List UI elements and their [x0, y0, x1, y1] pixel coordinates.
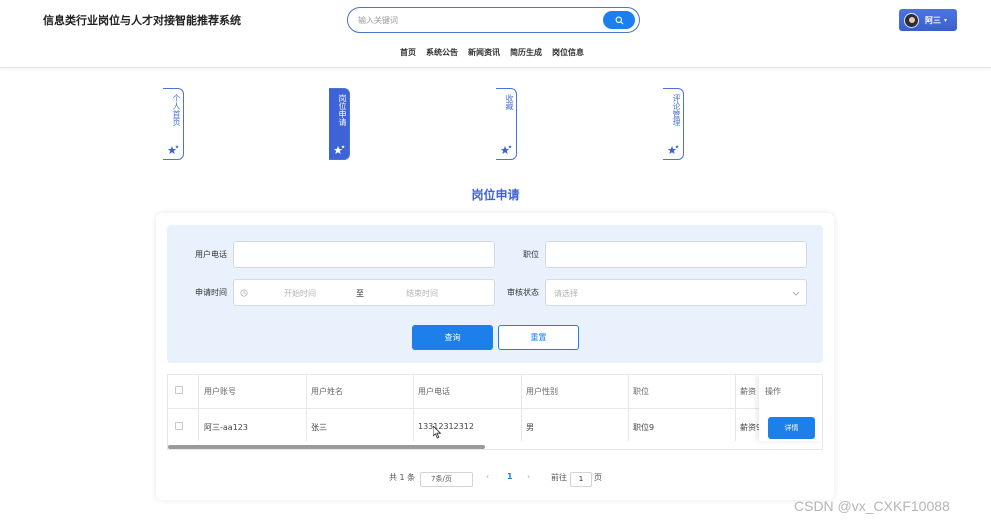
mouse-cursor-icon: [433, 426, 441, 439]
cell-salary: 薪资9: [740, 423, 762, 432]
header-gender: 用户性别: [526, 387, 558, 396]
status-select[interactable]: 请选择: [545, 279, 807, 306]
tab-label: 收藏: [505, 94, 514, 110]
clock-icon: [240, 289, 248, 297]
nav-item-announcements[interactable]: 系统公告: [426, 47, 458, 58]
cell-position: 职位9: [633, 423, 655, 432]
date-start-placeholder: 开始时间: [284, 289, 316, 298]
prev-page-button[interactable]: ‹: [486, 472, 489, 481]
applications-table: 用户账号 用户姓名 用户电话 用户性别 职位 薪资 阿三-aa123 张三 13…: [167, 374, 823, 450]
cell-gender: 男: [526, 423, 534, 432]
star-icon: [500, 145, 512, 154]
header-phone: 用户电话: [418, 387, 450, 396]
page-number-current[interactable]: 1: [507, 472, 513, 481]
main-nav: 首页 系统公告 新闻资讯 简历生成 岗位信息: [400, 47, 584, 58]
row-divider: [168, 408, 822, 409]
header-salary: 薪资: [740, 387, 756, 396]
nav-item-jobs[interactable]: 岗位信息: [552, 47, 584, 58]
tab-label: 评论管理: [672, 94, 681, 126]
header-name: 用户姓名: [311, 387, 343, 396]
page-title: 岗位申请: [471, 188, 520, 202]
chevron-down-icon: ▾: [944, 16, 948, 24]
reset-button[interactable]: 重置: [498, 325, 579, 350]
search-button[interactable]: [603, 11, 635, 29]
tab-label: 岗位申请: [338, 94, 347, 126]
page-size-select[interactable]: 7条/页: [420, 472, 473, 487]
query-button[interactable]: 查询: [412, 325, 493, 350]
nav-item-news[interactable]: 新闻资讯: [468, 47, 500, 58]
tab-favorites[interactable]: 收藏: [496, 88, 517, 160]
tab-comments[interactable]: 评论管理: [663, 88, 684, 160]
date-label: 申请时间: [195, 288, 227, 297]
select-all-checkbox[interactable]: [175, 386, 183, 394]
star-icon: [333, 145, 345, 154]
cell-phone: 13312312312: [418, 422, 474, 431]
nav-item-resume[interactable]: 简历生成: [510, 47, 542, 58]
horizontal-scrollbar[interactable]: [168, 445, 485, 449]
detail-button[interactable]: 详情: [768, 417, 815, 439]
date-end-placeholder: 结束时间: [406, 289, 438, 298]
nav-item-home[interactable]: 首页: [400, 47, 416, 58]
position-label: 职位: [523, 250, 539, 259]
phone-input[interactable]: [233, 241, 495, 268]
watermark: CSDN @vx_CXKF10088: [794, 498, 950, 514]
tab-personal-home[interactable]: 个人首页: [163, 88, 184, 160]
action-column: 操作 详情: [759, 375, 822, 441]
row-checkbox[interactable]: [175, 422, 183, 430]
site-title: 信息类行业岗位与人才对接智能推荐系统: [43, 14, 241, 27]
date-separator: 至: [356, 289, 364, 298]
goto-suffix: 页: [594, 473, 602, 482]
cell-name: 张三: [311, 423, 327, 432]
search-icon: [615, 16, 623, 24]
pagination-total: 共 1 条: [389, 473, 416, 482]
search-box: [347, 7, 640, 33]
star-icon: [167, 145, 179, 154]
avatar: [904, 12, 919, 28]
star-icon: [667, 145, 679, 154]
status-label: 审核状态: [507, 288, 539, 297]
user-name: 阿三: [925, 15, 941, 25]
next-page-button[interactable]: ›: [527, 472, 530, 481]
search-input[interactable]: [358, 13, 598, 28]
date-range-picker[interactable]: 开始时间 至 结束时间: [233, 279, 495, 306]
position-input[interactable]: [545, 241, 807, 268]
user-menu-button[interactable]: 阿三 ▾: [899, 9, 957, 31]
header-account: 用户账号: [204, 387, 236, 396]
tab-job-application[interactable]: 岗位申请: [329, 88, 350, 160]
goto-label: 前往: [551, 473, 567, 482]
phone-label: 用户电话: [195, 250, 227, 259]
cell-account: 阿三-aa123: [204, 423, 248, 432]
tab-label: 个人首页: [172, 94, 181, 126]
header-position: 职位: [633, 387, 649, 396]
goto-page-input[interactable]: 1: [570, 472, 592, 487]
header-action: 操作: [765, 387, 781, 396]
top-header: 信息类行业岗位与人才对接智能推荐系统 阿三 ▾ 首页 系统公告 新闻资讯 简历生…: [0, 0, 991, 68]
chevron-down-icon: [792, 291, 800, 296]
status-placeholder: 请选择: [554, 289, 578, 298]
